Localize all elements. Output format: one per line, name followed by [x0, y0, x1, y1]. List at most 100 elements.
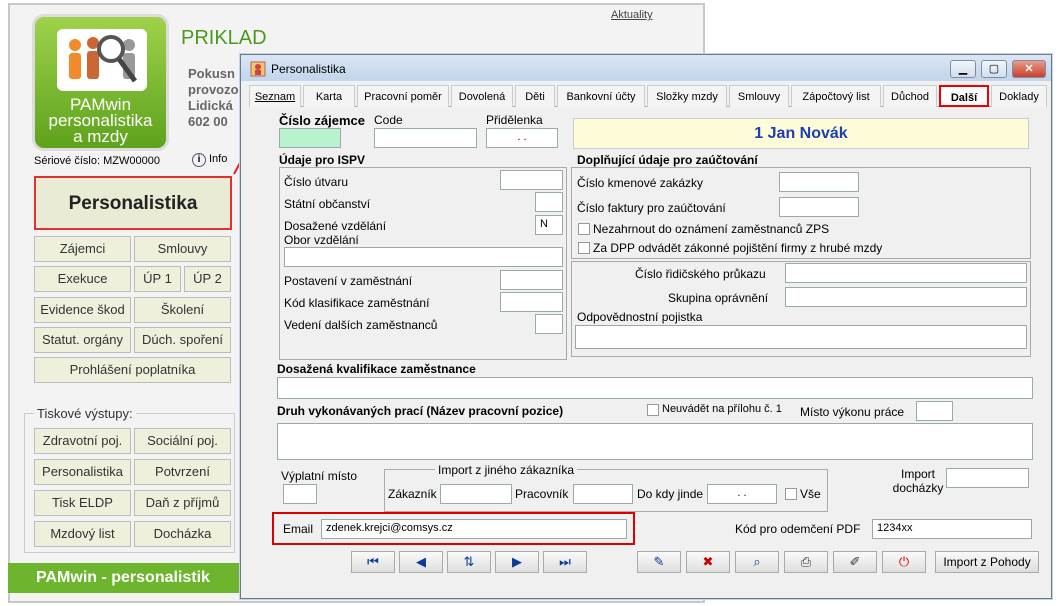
delete-icon: ✖ [702, 554, 714, 569]
duch-sporeni-button[interactable]: Dúch. spoření [134, 327, 231, 353]
tab-dalsi[interactable]: Další [939, 85, 989, 107]
next-record-button[interactable]: ▶ [495, 551, 539, 573]
tab-pracovni-pomer[interactable]: Pracovní poměr [357, 85, 449, 107]
dochazka-button[interactable]: Docházka [134, 521, 231, 547]
neuvadet-checkbox[interactable] [647, 404, 659, 416]
cislo-utvaru-input[interactable] [500, 170, 563, 190]
exit-button[interactable]: ⏻ [882, 551, 926, 573]
postaveni-input[interactable] [500, 270, 563, 290]
delete-button[interactable]: ✖ [686, 551, 730, 573]
tab-zapoctovy-list[interactable]: Zápočtový list [791, 85, 881, 107]
address-line: 602 00 [188, 114, 228, 129]
tab-doklady[interactable]: Doklady [991, 85, 1047, 107]
tab-slozky-mzdy[interactable]: Složky mzdy [647, 85, 727, 107]
first-record-button[interactable]: ⏮ [351, 551, 395, 573]
dopl-title: Doplňující údaje pro zaúčtování [577, 153, 758, 167]
print-button[interactable]: ⎙ [784, 551, 828, 573]
address-line: Pokusn [188, 66, 235, 81]
zajemci-button[interactable]: Zájemci [34, 236, 131, 262]
minimize-button[interactable]: ▁ [950, 60, 976, 78]
za-dpp-checkbox[interactable] [578, 242, 590, 254]
tab-smlouvy[interactable]: Smlouvy [729, 85, 789, 107]
statut-organy-button[interactable]: Statut. orgány [34, 327, 131, 353]
tab-karta[interactable]: Karta [303, 85, 355, 107]
ridicak-input[interactable] [785, 263, 1027, 283]
vzdelani-input[interactable]: N [535, 215, 563, 235]
import-dochazky-input[interactable] [946, 468, 1029, 488]
pracovnik-input[interactable] [573, 484, 633, 504]
maximize-button[interactable]: ▢ [981, 60, 1007, 78]
tab-dovolena[interactable]: Dovolená [451, 85, 513, 107]
nezahrnout-checkbox[interactable] [578, 223, 590, 235]
prev-record-button[interactable]: ◀ [399, 551, 443, 573]
druh-praci-input[interactable] [277, 423, 1033, 460]
misto-vykonu-input[interactable] [916, 401, 953, 421]
import-pohody-button[interactable]: Import z Pohody [935, 551, 1039, 573]
email-input[interactable]: zdenek.krejci@comsys.cz [321, 519, 627, 539]
prohlaseni-poplatnika-button[interactable]: Prohlášení poplatníka [34, 357, 231, 383]
kod-klasifikace-input[interactable] [500, 292, 563, 312]
potvrzeni-button[interactable]: Potvrzení [134, 459, 231, 485]
cislo-utvaru-label: Číslo útvaru [284, 175, 349, 189]
info-button[interactable]: i Info [192, 153, 227, 167]
vedeni-input[interactable] [535, 314, 563, 334]
evidence-skod-button[interactable]: Evidence škod [34, 297, 131, 323]
search-button[interactable]: ⌕ [735, 551, 779, 573]
tab-seznam[interactable]: Seznam [249, 85, 301, 107]
tab-deti[interactable]: Děti [515, 85, 555, 107]
aktuality-link[interactable]: Aktuality [611, 9, 653, 21]
personalistika-button[interactable]: Personalistika [34, 176, 232, 230]
druh-praci-label: Druh vykonávaných prací (Název pracovní … [277, 404, 564, 418]
up2-button[interactable]: ÚP 2 [184, 266, 231, 292]
close-button[interactable]: ✕ [1012, 60, 1046, 78]
sort-button[interactable]: ⇅ [447, 551, 491, 573]
vedeni-label: Vedení dalších zaměstnanců [284, 318, 438, 332]
statni-obcanstvi-input[interactable] [535, 192, 563, 212]
tab-duchod[interactable]: Důchod [883, 85, 937, 107]
tab-bankovni-ucty[interactable]: Bankovní účty [557, 85, 645, 107]
company-title: PRIKLAD [181, 27, 267, 49]
cislo-faktury-input[interactable] [779, 197, 859, 217]
personalistika-dialog: Personalistika ▁ ▢ ✕ Seznam Karta Pracov… [240, 54, 1052, 599]
zakaznik-input[interactable] [440, 484, 512, 504]
edit-button[interactable]: ✎ [637, 551, 681, 573]
skupina-input[interactable] [785, 287, 1027, 307]
tools-button[interactable]: ✐ [833, 551, 877, 573]
kvalifikace-label: Dosažená kvalifikace zaměstnance [277, 362, 476, 376]
smlouvy-button[interactable]: Smlouvy [134, 236, 231, 262]
serial-number: Sériové číslo: MZW00000 [34, 155, 160, 167]
isp-title: Údaje pro ISPV [279, 153, 366, 167]
za-dpp-label: Za DPP odvádět zákonné pojištění firmy z… [593, 241, 883, 255]
skoleni-button[interactable]: Školení [134, 297, 231, 323]
cislo-faktury-label: Číslo faktury pro zaúčtování [577, 201, 726, 215]
cislo-kmen-input[interactable] [779, 172, 859, 192]
import-group-label: Import z jiného zákazníka [435, 463, 578, 477]
people-magnifier-icon [57, 29, 147, 91]
kod-pdf-input[interactable]: 1234xx [872, 519, 1032, 539]
dosazene-vzdelani-label: Dosažené vzdělání [284, 219, 387, 233]
tisk-eldp-button[interactable]: Tisk ELDP [34, 490, 131, 516]
odpovednost-input[interactable] [575, 325, 1027, 349]
skupina-label: Skupina oprávnění [668, 291, 769, 305]
vse-checkbox[interactable] [785, 488, 797, 500]
pridelenka-input[interactable]: . . [486, 128, 558, 148]
info-icon: i [192, 153, 206, 167]
exekuce-button[interactable]: Exekuce [34, 266, 131, 292]
socialni-poj-button[interactable]: Sociální poj. [134, 428, 231, 454]
vyplatni-input[interactable] [283, 484, 317, 504]
up1-button[interactable]: ÚP 1 [134, 266, 181, 292]
dan-z-prijmu-button[interactable]: Daň z příjmů [134, 490, 231, 516]
zdravotni-poj-button[interactable]: Zdravotní poj. [34, 428, 131, 454]
code-input[interactable] [374, 128, 477, 148]
print-icon: ⎙ [800, 554, 812, 569]
search-icon: ⌕ [753, 554, 761, 569]
info-label: Info [209, 153, 228, 165]
print-personalistika-button[interactable]: Personalistika [34, 459, 131, 485]
odpovednost-label: Odpovědnostní pojistka [577, 310, 703, 324]
obor-vzdelani-input[interactable] [284, 247, 563, 267]
cislo-zajemce-input[interactable] [279, 128, 341, 148]
mzdovy-list-button[interactable]: Mzdový list [34, 521, 131, 547]
do-kdy-input[interactable]: . . [707, 484, 777, 504]
last-record-button[interactable]: ⏭ [543, 551, 587, 573]
kvalifikace-input[interactable] [277, 377, 1033, 399]
